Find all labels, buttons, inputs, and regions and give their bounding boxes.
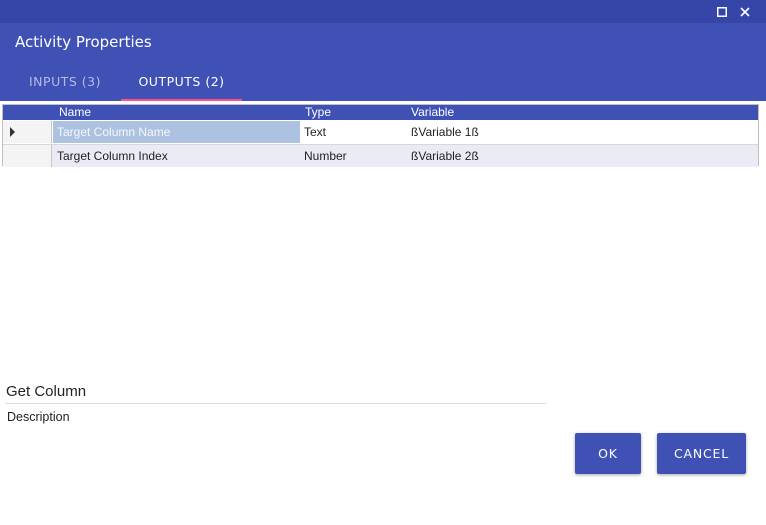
- close-icon: [740, 2, 750, 21]
- dialog-title: Activity Properties: [15, 33, 152, 51]
- current-row-arrow-icon: [10, 127, 15, 137]
- row-header[interactable]: [3, 145, 52, 167]
- table-row[interactable]: Target Column Index Number ßVariable 2ß: [3, 144, 758, 167]
- maximize-icon: [717, 2, 727, 21]
- dialog-header: Activity Properties INPUTS (3) OUTPUTS (…: [0, 23, 766, 101]
- cell-name[interactable]: Target Column Index: [53, 145, 300, 167]
- table-row[interactable]: Target Column Name Text ßVariable 1ß: [3, 121, 758, 143]
- row-header[interactable]: [3, 121, 52, 143]
- cell-variable[interactable]: ßVariable 2ß: [407, 145, 758, 167]
- maximize-button[interactable]: [712, 0, 732, 23]
- outputs-grid: Name Type Variable Target Column Name Te…: [2, 104, 759, 167]
- window-title-bar: [0, 0, 766, 23]
- column-header-variable[interactable]: Variable: [411, 106, 454, 119]
- cell-name[interactable]: Target Column Name: [53, 121, 300, 143]
- description-field[interactable]: Description: [7, 410, 70, 424]
- cell-type[interactable]: Number: [300, 145, 407, 167]
- activity-name-underline: [5, 403, 546, 404]
- close-button[interactable]: [735, 0, 755, 23]
- cell-type[interactable]: Text: [300, 121, 407, 143]
- active-tab-indicator: [121, 99, 242, 101]
- column-header-type[interactable]: Type: [305, 106, 331, 119]
- ok-button[interactable]: OK: [575, 433, 641, 474]
- cell-variable[interactable]: ßVariable 1ß: [407, 121, 758, 143]
- tab-inputs[interactable]: INPUTS (3): [10, 65, 120, 99]
- column-header-name[interactable]: Name: [59, 106, 91, 119]
- grid-header: Name Type Variable: [3, 105, 758, 120]
- tab-outputs[interactable]: OUTPUTS (2): [121, 65, 242, 99]
- cancel-button[interactable]: CANCEL: [657, 433, 746, 474]
- activity-name-field[interactable]: Get Column: [6, 383, 86, 400]
